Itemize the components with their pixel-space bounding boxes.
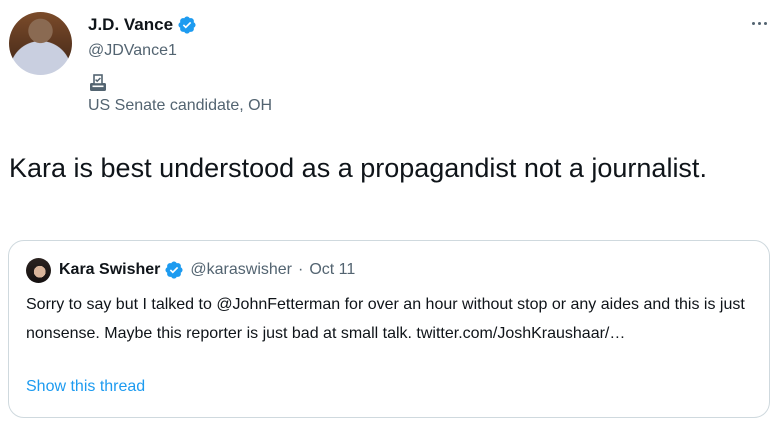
quoted-author-handle: @karaswisher bbox=[190, 261, 292, 278]
quoted-author-avatar bbox=[26, 258, 51, 283]
verified-badge-icon bbox=[178, 16, 196, 34]
ellipsis-dot bbox=[757, 21, 761, 25]
quoted-author-name: Kara Swisher bbox=[59, 261, 161, 278]
ellipsis-icon bbox=[751, 21, 755, 25]
meta-separator: · bbox=[298, 261, 304, 278]
author-name-row[interactable]: J.D. Vance bbox=[88, 15, 197, 35]
author-avatar[interactable] bbox=[9, 12, 72, 75]
show-thread-link[interactable]: Show this thread bbox=[26, 378, 145, 396]
verified-badge-icon bbox=[165, 261, 183, 279]
ballot-box-icon bbox=[90, 74, 106, 91]
author-name[interactable]: J.D. Vance bbox=[88, 15, 173, 35]
quoted-tweet-header: Kara Swisher @karaswisher · Oct 11 bbox=[59, 260, 355, 280]
author-handle[interactable]: @JDVance1 bbox=[88, 42, 177, 60]
quoted-tweet-date: Oct 11 bbox=[309, 261, 356, 278]
quoted-tweet-text: Sorry to say but I talked to @JohnFetter… bbox=[26, 296, 745, 342]
tweet-text: Kara is best understood as a propagandis… bbox=[9, 153, 707, 183]
ellipsis-dot bbox=[763, 21, 767, 25]
affiliation-label: US Senate candidate, OH bbox=[88, 97, 273, 114]
more-options-button[interactable] bbox=[748, 12, 770, 34]
quoted-tweet-card[interactable]: Kara Swisher @karaswisher · Oct 11 Sorry… bbox=[8, 240, 770, 418]
